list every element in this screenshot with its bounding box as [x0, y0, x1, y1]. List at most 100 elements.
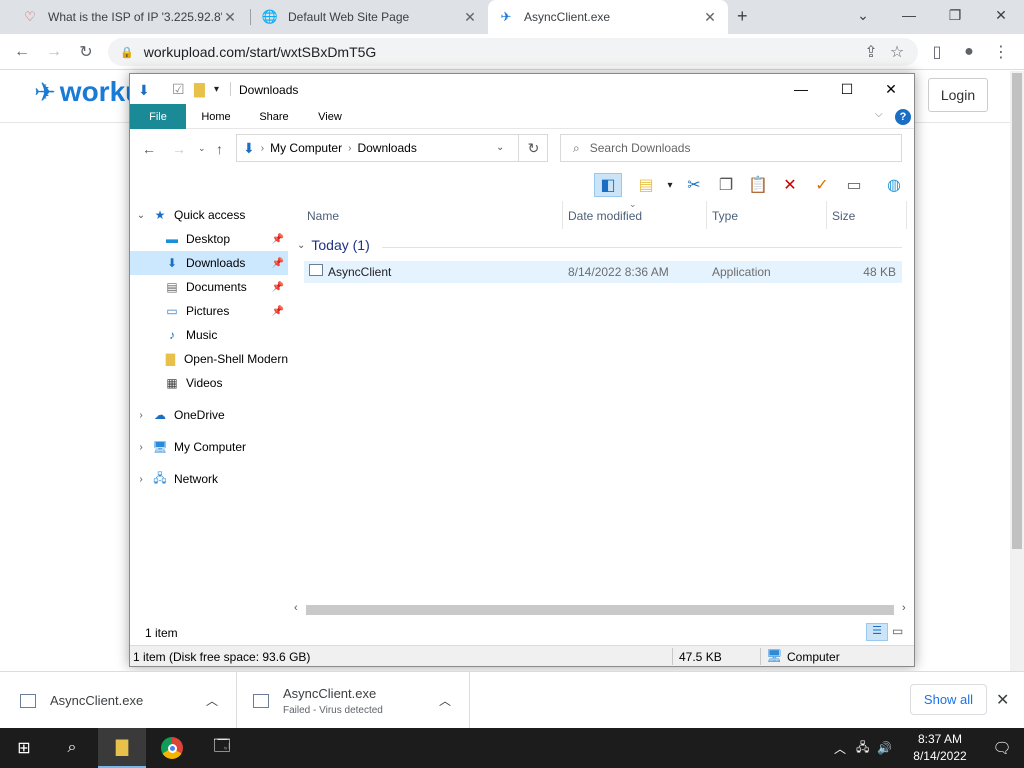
column-divider[interactable] [706, 201, 707, 229]
pin-icon[interactable]: 📌 [272, 282, 284, 293]
tab-home[interactable]: Home [192, 104, 240, 129]
close-tab-icon[interactable]: ✕ [702, 9, 718, 26]
close-window-icon[interactable]: ✕ [868, 74, 914, 104]
minimize-icon[interactable]: — [778, 74, 824, 104]
file-explorer-taskbar-icon[interactable]: ▇ [98, 728, 146, 768]
nav-my-computer[interactable]: › 🖥 My Computer [130, 435, 288, 459]
scroll-left-icon[interactable]: ‹ [294, 602, 298, 614]
show-all-button[interactable]: Show all [910, 684, 987, 715]
chevron-right-icon[interactable]: › [261, 143, 264, 154]
column-divider[interactable] [826, 201, 827, 229]
workupload-logo[interactable]: ✈ worku [34, 76, 142, 108]
close-tab-icon[interactable]: ✕ [462, 9, 478, 26]
chevron-down-icon[interactable]: ⌄ [840, 0, 886, 30]
maximize-icon[interactable]: ☐ [824, 74, 870, 104]
page-scrollbar[interactable] [1010, 71, 1024, 671]
tab-asyncclient[interactable]: ✈ AsyncClient.exe ✕ [488, 0, 728, 34]
properties-icon[interactable]: ☑ [172, 81, 185, 98]
restore-icon[interactable]: ❐ [932, 0, 978, 30]
nav-videos[interactable]: ▦ Videos [130, 371, 288, 395]
scrollbar-thumb[interactable] [1012, 73, 1022, 549]
forward-arrow-icon[interactable]: → [172, 141, 186, 157]
new-tab-button[interactable]: + [737, 6, 748, 27]
address-bar[interactable]: 🔒 workupload.com/start/wxtSBxDmT5G [108, 38, 918, 66]
pin-icon[interactable]: 📌 [272, 306, 284, 317]
share-icon[interactable]: ⇪ [858, 39, 884, 65]
search-icon[interactable]: ⌕ [48, 728, 96, 768]
group-header-today[interactable]: ⌄ Today (1) [297, 237, 370, 253]
login-button[interactable]: Login [928, 78, 988, 112]
up-arrow-icon[interactable]: ↑ [216, 141, 223, 157]
tab-ip-isp[interactable]: ♡ What is the ISP of IP '3.225.92.8'? ✕ [12, 0, 248, 34]
close-window-icon[interactable]: ✕ [978, 0, 1024, 30]
pin-icon[interactable]: 📌 [272, 258, 284, 269]
horizontal-scrollbar[interactable]: ‹ › [292, 601, 914, 618]
scroll-right-icon[interactable]: › [902, 602, 906, 614]
chevron-down-icon[interactable]: ⌄ [130, 210, 152, 221]
nav-desktop[interactable]: ▬ Desktop 📌 [130, 227, 288, 251]
copy-icon[interactable]: ❐ [712, 173, 740, 197]
pin-icon[interactable]: 📌 [272, 234, 284, 245]
customize-quick-access-icon[interactable]: ▾ [214, 84, 219, 95]
search-input[interactable]: ⌕ Search Downloads [560, 134, 902, 162]
refresh-icon[interactable]: ↻ [518, 134, 548, 162]
reload-icon[interactable]: ↻ [73, 39, 99, 65]
close-tab-icon[interactable]: ✕ [222, 9, 238, 26]
chevron-up-icon[interactable]: ︿ [206, 692, 218, 709]
tab-default-web-site[interactable]: 🌐 Default Web Site Page ✕ [252, 0, 488, 34]
tab-file[interactable]: File [130, 104, 186, 129]
file-row-asyncclient[interactable]: AsyncClient 8/14/2022 8:36 AM Applicatio… [304, 261, 902, 283]
navigation-pane-icon[interactable]: ◧ [594, 173, 622, 197]
windows-start-icon[interactable]: ⊞ [0, 728, 48, 768]
notification-icon[interactable]: 🗨 [980, 728, 1024, 768]
nav-onedrive[interactable]: › ☁ OneDrive [130, 403, 288, 427]
scrollbar-thumb[interactable] [306, 605, 894, 615]
column-name[interactable]: Name [307, 209, 339, 223]
rename-icon[interactable]: ▭ [840, 173, 868, 197]
menu-kebab-icon[interactable]: ⋮ [988, 39, 1014, 65]
nav-documents[interactable]: ▤ Documents 📌 [130, 275, 288, 299]
nav-network[interactable]: › 🖧 Network [130, 467, 288, 491]
download-item-2[interactable]: AsyncClient.exe Failed - Virus detected … [237, 672, 470, 729]
tab-share[interactable]: Share [250, 104, 298, 129]
chevron-right-icon[interactable]: › [130, 442, 152, 453]
tab-view[interactable]: View [306, 104, 354, 129]
sidebar-icon[interactable]: ▯ [924, 39, 950, 65]
minimize-icon[interactable]: — [886, 0, 932, 30]
chevron-right-icon[interactable]: › [130, 410, 152, 421]
close-download-bar-icon[interactable]: ✕ [996, 690, 1009, 710]
paste-icon[interactable]: 📋 [744, 173, 772, 197]
volume-icon[interactable]: 🔊 [877, 741, 892, 755]
address-dropdown-icon[interactable]: ⌄ [496, 142, 504, 153]
details-view-icon[interactable]: ☰ [866, 623, 888, 641]
column-divider[interactable] [562, 201, 563, 229]
network-icon[interactable]: 🖧 [856, 738, 869, 759]
app-window-icon[interactable]: 🗔 [198, 728, 246, 768]
chevron-right-icon[interactable]: › [130, 474, 152, 485]
chrome-icon[interactable] [148, 728, 196, 768]
column-size[interactable]: Size [832, 209, 855, 223]
help-icon[interactable]: ? [895, 109, 911, 125]
expand-ribbon-icon[interactable]: ⌵ [875, 109, 883, 120]
breadcrumb-my-computer[interactable]: My Computer [270, 141, 342, 155]
back-arrow-icon[interactable]: ← [142, 141, 156, 157]
column-date-modified[interactable]: Date modified [568, 209, 642, 223]
cut-icon[interactable]: ✂ [680, 173, 708, 197]
properties-check-icon[interactable]: ✓ [808, 173, 836, 197]
bookmark-star-icon[interactable]: ☆ [884, 39, 910, 65]
download-item-1[interactable]: AsyncClient.exe ︿ [0, 672, 237, 729]
nav-pictures[interactable]: ▭ Pictures 📌 [130, 299, 288, 323]
chevron-right-icon[interactable]: › [348, 143, 351, 154]
clock[interactable]: 8:37 AM 8/14/2022 [900, 731, 980, 765]
delete-icon[interactable]: ✕ [776, 173, 804, 197]
breadcrumb-downloads[interactable]: Downloads [357, 141, 416, 155]
new-folder-icon[interactable]: ▇ [194, 81, 205, 98]
nav-music[interactable]: ♪ Music [130, 323, 288, 347]
chevron-up-icon[interactable]: ︿ [834, 740, 846, 757]
explorer-title-bar[interactable]: ⬇ ☑ ▇ ▾ Downloads — ☐ ✕ [130, 74, 914, 104]
chevron-down-icon[interactable]: ⌄ [297, 240, 305, 251]
column-divider[interactable] [906, 201, 907, 229]
back-arrow-icon[interactable]: ← [9, 39, 35, 65]
nav-quick-access[interactable]: ⌄ ★ Quick access [130, 203, 288, 227]
profile-icon[interactable]: ● [956, 39, 982, 65]
